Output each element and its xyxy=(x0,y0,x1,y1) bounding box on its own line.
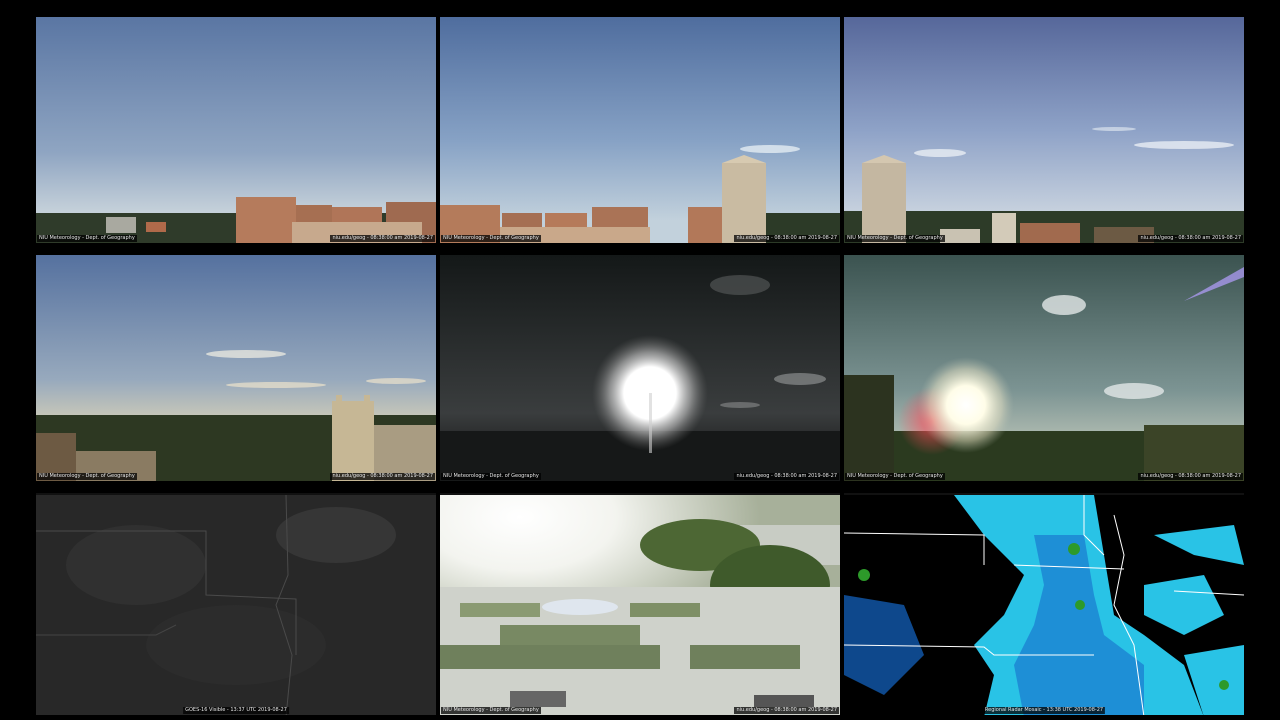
webcam-tile-north-west[interactable]: NIU Meteorology - Dept. of Geography niu… xyxy=(440,17,840,243)
timestamp-label: niu.edu/geog - 08:38:00 am 2019-08-27 xyxy=(1138,235,1243,242)
webcam-image-east-bw xyxy=(440,255,840,481)
satellite-tile-visible[interactable]: GOES-16 Visible - 13:37 UTC 2019-08-27 xyxy=(36,493,436,715)
camera-label: NIU Meteorology - Dept. of Geography xyxy=(845,235,945,242)
webcam-tile-west[interactable]: NIU Meteorology - Dept. of Geography niu… xyxy=(36,17,436,243)
webcam-image-north xyxy=(844,17,1244,243)
camera-label: NIU Meteorology - Dept. of Geography xyxy=(441,707,541,714)
webcam-tile-plaza[interactable]: NIU Meteorology - Dept. of Geography niu… xyxy=(440,493,840,715)
camera-label: NIU Meteorology - Dept. of Geography xyxy=(441,473,541,480)
satellite-image-visible xyxy=(36,494,436,715)
webcam-image-plaza xyxy=(440,495,840,715)
camera-label: NIU Meteorology - Dept. of Geography xyxy=(845,473,945,480)
webcam-tile-north[interactable]: NIU Meteorology - Dept. of Geography niu… xyxy=(844,17,1244,243)
radar-tile-mosaic[interactable]: Regional Radar Mosaic - 13:38 UTC 2019-0… xyxy=(844,493,1244,715)
radar-caption: Regional Radar Mosaic - 13:38 UTC 2019-0… xyxy=(982,707,1106,714)
webcam-image-south-west xyxy=(36,255,436,481)
camera-label: NIU Meteorology - Dept. of Geography xyxy=(37,473,137,480)
camera-label: NIU Meteorology - Dept. of Geography xyxy=(37,235,137,242)
timestamp-label: niu.edu/geog - 08:38:00 am 2019-08-27 xyxy=(734,473,839,480)
satellite-caption: GOES-16 Visible - 13:37 UTC 2019-08-27 xyxy=(183,707,289,714)
webcam-tile-east-color[interactable]: NIU Meteorology - Dept. of Geography niu… xyxy=(844,255,1244,481)
webcam-image-east-color xyxy=(844,255,1244,481)
webcam-tile-south-west[interactable]: NIU Meteorology - Dept. of Geography niu… xyxy=(36,255,436,481)
timestamp-label: niu.edu/geog - 08:38:00 am 2019-08-27 xyxy=(330,235,435,242)
timestamp-label: niu.edu/geog - 08:38:00 am 2019-08-27 xyxy=(734,235,839,242)
radar-image-mosaic xyxy=(844,495,1244,715)
webcam-tile-east-bw[interactable]: NIU Meteorology - Dept. of Geography niu… xyxy=(440,255,840,481)
webcam-image-north-west xyxy=(440,17,840,243)
timestamp-label: niu.edu/geog - 08:38:00 am 2019-08-27 xyxy=(734,707,839,714)
timestamp-label: niu.edu/geog - 08:38:00 am 2019-08-27 xyxy=(1138,473,1243,480)
webcam-image-west xyxy=(36,17,436,243)
timestamp-label: niu.edu/geog - 08:38:00 am 2019-08-27 xyxy=(330,473,435,480)
camera-label: NIU Meteorology - Dept. of Geography xyxy=(441,235,541,242)
